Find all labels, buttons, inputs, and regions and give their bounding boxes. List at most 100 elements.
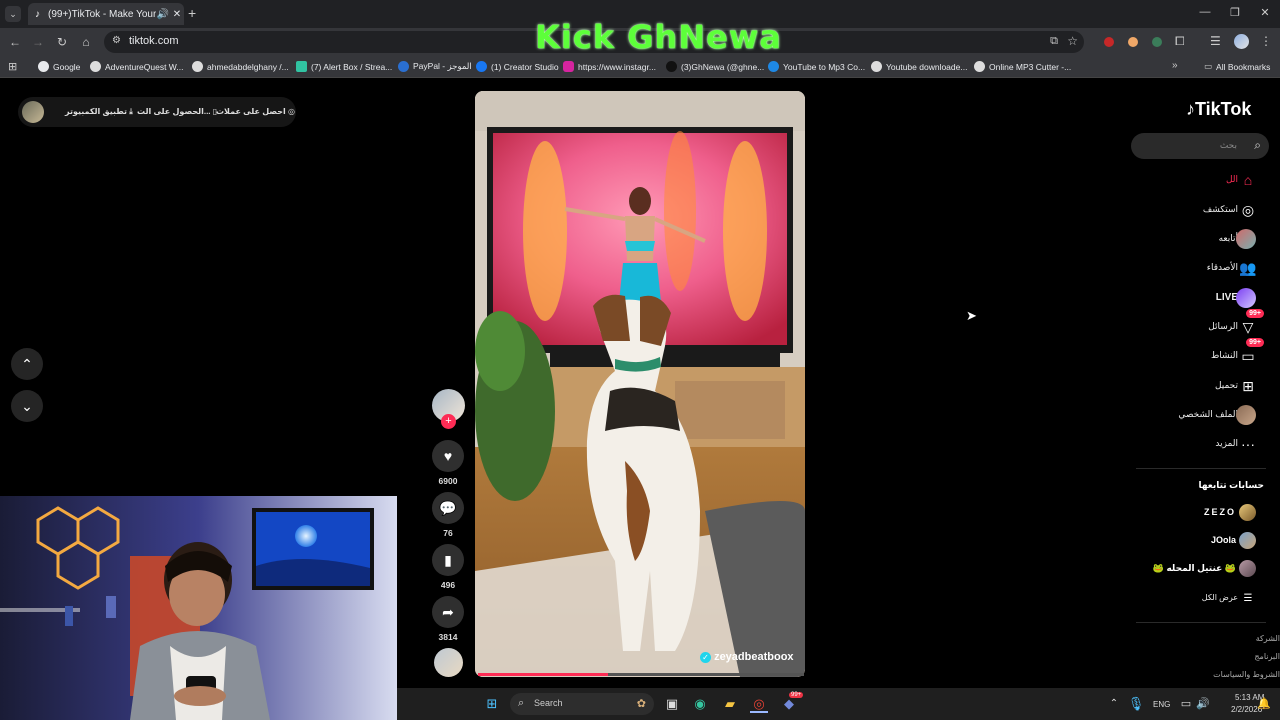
- profile-avatar[interactable]: [1234, 34, 1249, 49]
- file-explorer-icon[interactable]: ▰: [721, 695, 739, 713]
- search-input[interactable]: بحث ⌕: [1131, 133, 1269, 159]
- reading-list-icon[interactable]: ☰: [1210, 34, 1221, 48]
- footer-link-terms[interactable]: الشروط والسياسات: [1213, 670, 1280, 679]
- forward-button[interactable]: →: [30, 35, 46, 49]
- video-player[interactable]: [475, 91, 805, 677]
- video-progress-bar[interactable]: [478, 673, 804, 676]
- next-video-button[interactable]: ⌄: [11, 390, 43, 422]
- share-count: 3814: [438, 632, 458, 642]
- following-account-item[interactable]: JOola: [1130, 531, 1270, 551]
- share-arrow-icon: ➦: [442, 604, 454, 620]
- minimize-button[interactable]: —: [1190, 6, 1220, 18]
- footer-link-company[interactable]: الشركة: [1256, 634, 1280, 643]
- nav-live[interactable]: LIVE: [1130, 286, 1270, 310]
- search-icon: ⌕: [518, 697, 525, 709]
- video-author-handle[interactable]: ✓ zeyadbeatboox: [700, 651, 794, 663]
- nav-profile[interactable]: الملف الشخصي: [1130, 403, 1270, 427]
- all-bookmarks-button[interactable]: ▭ All Bookmarks: [1204, 61, 1270, 72]
- notification-bell-icon[interactable]: 🔔: [1255, 695, 1273, 713]
- search-icon[interactable]: ⌕: [1254, 138, 1261, 153]
- save-count: 496: [440, 580, 456, 590]
- restore-button[interactable]: ❐: [1220, 6, 1250, 19]
- follow-plus-icon[interactable]: +: [441, 414, 456, 429]
- menu-kebab-icon[interactable]: ⋮: [1260, 34, 1272, 48]
- browser-tab[interactable]: ♪ (99+)TikTok - Make Your Da 🔊 ✕: [28, 3, 184, 25]
- following-account-item[interactable]: 🐸 عنتيل المحله 🐸: [1130, 559, 1270, 579]
- sound-disc-avatar[interactable]: [434, 648, 463, 677]
- bookmark-item[interactable]: AdventureQuest W...: [90, 61, 183, 72]
- comment-icon: 💬: [439, 500, 457, 516]
- comment-button[interactable]: 💬: [432, 492, 464, 524]
- nav-activity[interactable]: النشاط ▭ 99+: [1130, 338, 1270, 368]
- heart-icon: ♥: [443, 448, 453, 464]
- nav-following[interactable]: أتابعه: [1130, 227, 1270, 251]
- bookmark-item[interactable]: Google: [38, 61, 80, 72]
- compass-icon: ◎: [1241, 202, 1255, 218]
- search-placeholder: بحث: [1219, 140, 1237, 150]
- windows-start-icon[interactable]: ⊞: [483, 695, 501, 713]
- cast-icon[interactable]: ⧉: [1050, 35, 1058, 48]
- microphone-icon[interactable]: 🎙: [1127, 695, 1145, 713]
- bookmark-item[interactable]: (7) Alert Box / Strea...: [296, 61, 392, 72]
- apps-grid-icon[interactable]: ⊞: [8, 60, 17, 73]
- network-icon[interactable]: ▭: [1177, 695, 1195, 713]
- tiktok-logo[interactable]: ♪TikTok: [1186, 99, 1251, 120]
- extension-green-icon[interactable]: [1152, 37, 1162, 47]
- taskbar-search-box[interactable]: ⌕ Search ✿: [510, 693, 654, 715]
- home-button[interactable]: ⌂: [78, 35, 94, 49]
- nav-explore[interactable]: استكشف ◎: [1130, 198, 1270, 222]
- previous-video-button[interactable]: ⌃: [11, 348, 43, 380]
- bookmark-item[interactable]: ahmedabdelghany /...: [192, 61, 289, 72]
- bookmark-item[interactable]: (1) Creator Studio: [476, 61, 559, 72]
- nav-friends[interactable]: الأصدقاء 👥: [1130, 256, 1270, 280]
- bookmark-item[interactable]: Youtube downloade...: [871, 61, 967, 72]
- footer-link-program[interactable]: البرنامج: [1254, 652, 1280, 661]
- activity-badge: 99+: [1246, 338, 1264, 347]
- edge-icon[interactable]: ◉: [691, 695, 709, 713]
- nav-home[interactable]: الل ⌂: [1130, 168, 1270, 192]
- extensions-puzzle-icon[interactable]: ⧠: [1175, 34, 1185, 49]
- see-all-link[interactable]: عرض الكل ☰: [1130, 587, 1270, 611]
- windows-taskbar: ⊞ ⌕ Search ✿ ▣ ◉ ▰ ◎ ◆ 99+ ⌃ 🎙 ENG ▭ 🔊 5…: [397, 688, 1280, 720]
- speaker-icon[interactable]: 🔊: [156, 9, 170, 20]
- globe-icon: [90, 61, 101, 72]
- desktop-app-link[interactable]: تطبيق الكمبيوتر ⤓: [65, 107, 133, 117]
- user-avatar[interactable]: [22, 101, 44, 123]
- bookmark-item[interactable]: https://www.instagr...: [563, 61, 656, 72]
- bookmark-item[interactable]: YouTube to Mp3 Co...: [768, 61, 865, 72]
- extension-orange-icon[interactable]: [1128, 37, 1138, 47]
- bookmark-item[interactable]: (3)GhNewa (@ghne...: [666, 61, 764, 72]
- nav-more[interactable]: المزيد ···: [1130, 432, 1270, 456]
- bookmark-item[interactable]: Online MP3 Cutter -...: [974, 61, 1071, 72]
- new-tab-button[interactable]: +: [188, 5, 196, 21]
- more-bookmarks-chevron-icon[interactable]: »: [1172, 60, 1178, 71]
- back-button[interactable]: ←: [7, 35, 23, 49]
- task-view-icon[interactable]: ▣: [663, 695, 681, 713]
- language-indicator[interactable]: ENG: [1153, 700, 1170, 709]
- reload-button[interactable]: ↻: [54, 35, 70, 49]
- chrome-icon[interactable]: ◎: [750, 695, 768, 713]
- following-account-item[interactable]: ZEZO: [1130, 503, 1270, 523]
- like-button[interactable]: ♥: [432, 440, 464, 472]
- close-window-button[interactable]: ✕: [1250, 6, 1280, 19]
- meta-icon: [476, 61, 487, 72]
- account-avatar: [1239, 532, 1256, 549]
- save-button[interactable]: ▮: [432, 544, 464, 576]
- following-accounts-title: حسابات تتابعها: [1198, 480, 1264, 490]
- bookmark-star-icon[interactable]: ☆: [1067, 34, 1078, 48]
- show-hidden-icons-chevron[interactable]: ⌃: [1105, 695, 1123, 713]
- nav-messages[interactable]: الرسائل ▽ 99+: [1130, 309, 1270, 339]
- video-frame-image: [475, 91, 805, 677]
- get-coins-link[interactable]: احصل على عملات ◎: [216, 107, 295, 116]
- live-icon: [1236, 288, 1256, 308]
- share-button[interactable]: ➦: [432, 596, 464, 628]
- site-info-icon[interactable]: ⚙: [112, 35, 121, 46]
- bookmark-item[interactable]: PayPal - الموجز: [398, 61, 472, 72]
- get-app-link[interactable]: الحصول على الت... ▯: [137, 107, 217, 116]
- close-tab-icon[interactable]: ✕: [170, 9, 184, 20]
- tab-list-button[interactable]: ⌄: [5, 6, 21, 22]
- activity-icon: ▭: [1241, 348, 1255, 364]
- extension-red-icon[interactable]: [1104, 37, 1114, 47]
- volume-icon[interactable]: 🔊: [1194, 695, 1212, 713]
- nav-upload[interactable]: تحميل ⊞: [1130, 374, 1270, 398]
